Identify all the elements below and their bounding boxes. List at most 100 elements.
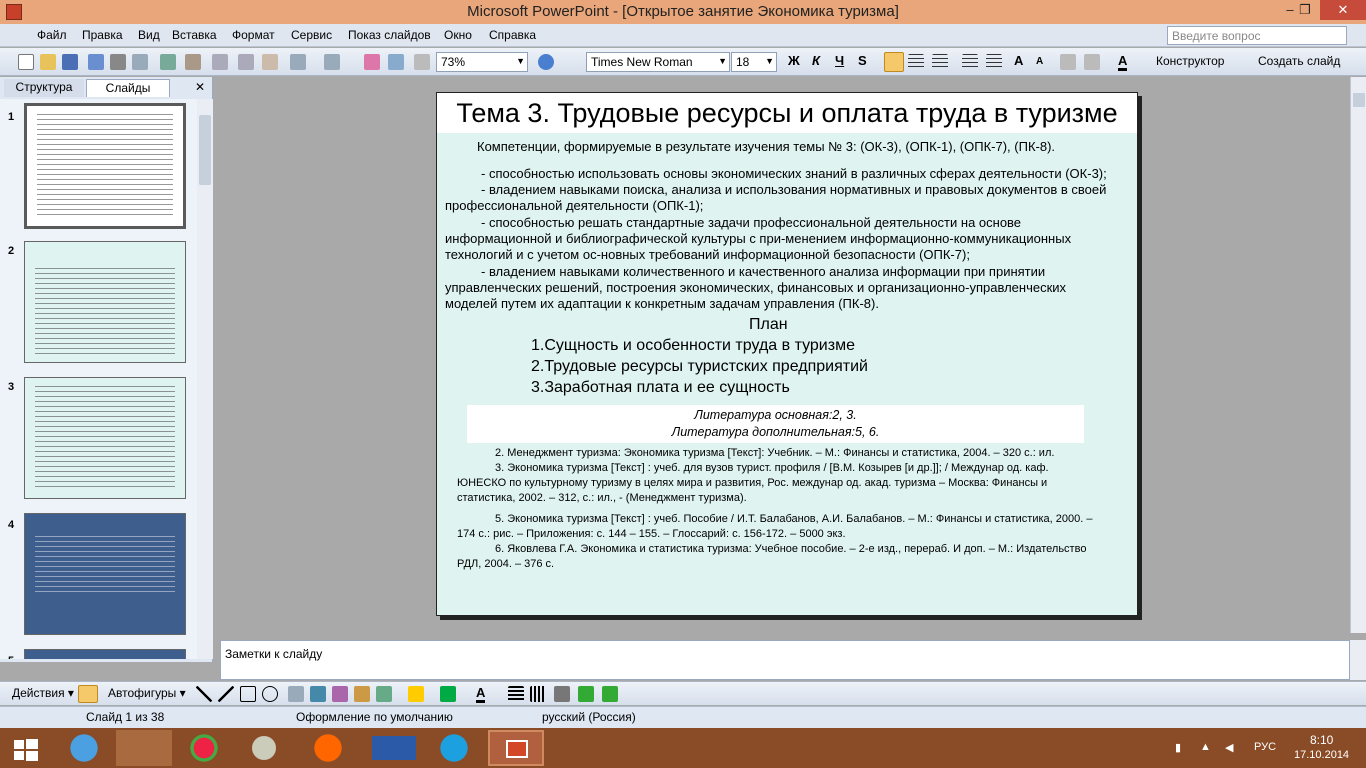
undo-icon[interactable] bbox=[290, 54, 306, 70]
internet-explorer-icon[interactable] bbox=[56, 730, 112, 766]
font-size-combo[interactable]: 18 ▼ bbox=[731, 52, 777, 72]
help-question-input[interactable]: Введите вопрос bbox=[1167, 26, 1347, 45]
arrow-style-icon[interactable] bbox=[554, 686, 570, 702]
body-line[interactable]: - способностью решать стандартные задачи… bbox=[481, 215, 1021, 232]
decrease-font-icon[interactable]: A bbox=[1036, 56, 1043, 67]
permission-icon[interactable] bbox=[88, 54, 104, 70]
shadow-button[interactable]: S bbox=[858, 53, 867, 68]
line-icon[interactable] bbox=[196, 686, 212, 702]
slide-thumbnail-5[interactable] bbox=[24, 649, 186, 659]
reference-line[interactable]: 3. Экономика туризма [Текст] : учеб. для… bbox=[495, 461, 1049, 476]
design-status[interactable]: Оформление по умолчанию bbox=[296, 710, 453, 724]
italic-button[interactable]: К bbox=[812, 53, 820, 68]
network-icon[interactable]: ▲ bbox=[1200, 741, 1211, 753]
bullets-icon[interactable] bbox=[986, 54, 1002, 70]
body-line[interactable]: профессиональной деятельности (ОПК-1); bbox=[445, 198, 703, 215]
tab-slides[interactable]: Слайды bbox=[86, 79, 170, 97]
menu-help[interactable]: Справка bbox=[489, 28, 536, 42]
thumbnail-scrollbar[interactable] bbox=[197, 99, 213, 659]
research-icon[interactable] bbox=[185, 54, 201, 70]
body-line[interactable]: - владением навыками поиска, анализа и и… bbox=[481, 182, 1106, 199]
select-pointer-icon[interactable] bbox=[78, 685, 98, 703]
input-language[interactable]: РУС bbox=[1254, 741, 1276, 753]
app-icon[interactable] bbox=[236, 730, 292, 766]
literature-box[interactable]: Литература основная:2, 3. Литература доп… bbox=[467, 405, 1084, 443]
firefox-icon[interactable] bbox=[300, 730, 356, 766]
word-icon[interactable] bbox=[366, 730, 422, 766]
zoom-combo[interactable]: 73% ▼ bbox=[436, 52, 528, 72]
plan-item[interactable]: 3.Заработная плата и ее сущность bbox=[531, 379, 790, 397]
actions-menu[interactable]: Действия ▾ bbox=[12, 686, 74, 700]
clock-time[interactable]: 8:10 bbox=[1310, 733, 1333, 747]
clipart-icon[interactable] bbox=[354, 686, 370, 702]
save-icon[interactable] bbox=[62, 54, 78, 70]
menu-edit[interactable]: Правка bbox=[82, 28, 123, 42]
restore-button[interactable]: ❐ bbox=[1290, 0, 1320, 20]
print-icon[interactable] bbox=[110, 54, 126, 70]
notes-scrollbar[interactable] bbox=[1350, 640, 1366, 680]
format-painter-icon[interactable] bbox=[262, 54, 278, 70]
tab-outline[interactable]: Структура bbox=[4, 79, 84, 97]
reference-line[interactable]: 5. Экономика туризма [Текст] : учеб. Пос… bbox=[495, 512, 1092, 527]
open-icon[interactable] bbox=[40, 54, 56, 70]
body-line[interactable]: технологий и с учетом ос-новных требован… bbox=[445, 247, 970, 264]
arrow-icon[interactable] bbox=[218, 686, 234, 702]
body-line[interactable]: - способностью использовать основы эконо… bbox=[481, 166, 1107, 183]
slide-thumbnail-3[interactable] bbox=[24, 377, 186, 499]
decrease-indent-icon[interactable] bbox=[1060, 54, 1076, 70]
menu-slideshow[interactable]: Показ слайдов bbox=[348, 28, 431, 42]
align-left-icon[interactable] bbox=[884, 52, 904, 72]
fill-color-icon[interactable] bbox=[408, 686, 424, 702]
rectangle-icon[interactable] bbox=[240, 686, 256, 702]
line-color-icon[interactable] bbox=[440, 686, 456, 702]
spelling-icon[interactable] bbox=[160, 54, 176, 70]
line-style-icon[interactable] bbox=[508, 686, 524, 702]
close-button[interactable]: ✕ bbox=[1320, 0, 1366, 20]
table-icon[interactable] bbox=[388, 54, 404, 70]
clock-date[interactable]: 17.10.2014 bbox=[1294, 749, 1349, 761]
language-status[interactable]: русский (Россия) bbox=[542, 710, 636, 724]
ellipse-icon[interactable] bbox=[262, 686, 278, 702]
reference-line[interactable]: 6. Яковлева Г.А. Экономика и статистика … bbox=[495, 542, 1086, 557]
increase-font-icon[interactable]: A bbox=[1014, 53, 1023, 68]
body-line[interactable]: информационной и библиографической культ… bbox=[445, 231, 1071, 248]
align-center-icon[interactable] bbox=[908, 54, 924, 70]
copy-icon[interactable] bbox=[238, 54, 254, 70]
font-color-icon[interactable]: A bbox=[1118, 53, 1128, 71]
reference-line[interactable]: ЮНЕСКО по культурному туризму в целях ми… bbox=[457, 476, 1047, 491]
body-line[interactable]: - владением навыками количественного и к… bbox=[481, 264, 1045, 281]
diagram-icon[interactable] bbox=[332, 686, 348, 702]
picture-icon[interactable] bbox=[376, 686, 392, 702]
scroll-thumb[interactable] bbox=[199, 115, 211, 185]
shadow-style-icon[interactable] bbox=[578, 686, 594, 702]
slide-title[interactable]: Тема 3. Трудовые ресурсы и оплата труда … bbox=[437, 93, 1137, 133]
3d-style-icon[interactable] bbox=[602, 686, 618, 702]
menu-format[interactable]: Формат bbox=[232, 28, 275, 42]
volume-icon[interactable]: ◀ bbox=[1225, 741, 1233, 754]
font-combo[interactable]: Times New Roman ▼ bbox=[586, 52, 730, 72]
reference-line[interactable]: 174 с.: рис. – Приложения: с. 144 – 155.… bbox=[457, 527, 846, 542]
menu-view[interactable]: Вид bbox=[138, 28, 160, 42]
increase-indent-icon[interactable] bbox=[1084, 54, 1100, 70]
menu-window[interactable]: Окно bbox=[444, 28, 472, 42]
plan-item[interactable]: 1.Сущность и особенности труда в туризме bbox=[531, 337, 855, 355]
align-right-icon[interactable] bbox=[932, 54, 948, 70]
slide-scrollbar[interactable] bbox=[1350, 77, 1366, 633]
close-pane-icon[interactable]: ✕ bbox=[192, 79, 208, 97]
new-icon[interactable] bbox=[18, 54, 34, 70]
slide-1[interactable]: Тема 3. Трудовые ресурсы и оплата труда … bbox=[436, 92, 1138, 616]
body-line[interactable]: управленческих решений, построения эконо… bbox=[445, 280, 1066, 297]
plan-heading[interactable]: План bbox=[749, 316, 788, 334]
reference-line[interactable]: статистика, 2002. – 312, с.: ил., - (Мен… bbox=[457, 491, 747, 506]
reference-line[interactable]: РДЛ, 2004. – 376 с. bbox=[457, 557, 554, 572]
slide-thumbnail-4[interactable] bbox=[24, 513, 186, 635]
design-button[interactable]: Конструктор bbox=[1156, 54, 1224, 68]
competencies-text[interactable]: Компетенции, формируемые в результате из… bbox=[477, 139, 1055, 156]
chart-icon[interactable] bbox=[364, 54, 380, 70]
notes-pane[interactable]: Заметки к слайду bbox=[220, 640, 1350, 680]
preview-icon[interactable] bbox=[132, 54, 148, 70]
slide-thumbnail-1[interactable] bbox=[24, 103, 186, 229]
battery-icon[interactable]: ▮ bbox=[1175, 741, 1181, 754]
redo-icon[interactable] bbox=[324, 54, 340, 70]
skype-icon[interactable] bbox=[426, 730, 482, 766]
